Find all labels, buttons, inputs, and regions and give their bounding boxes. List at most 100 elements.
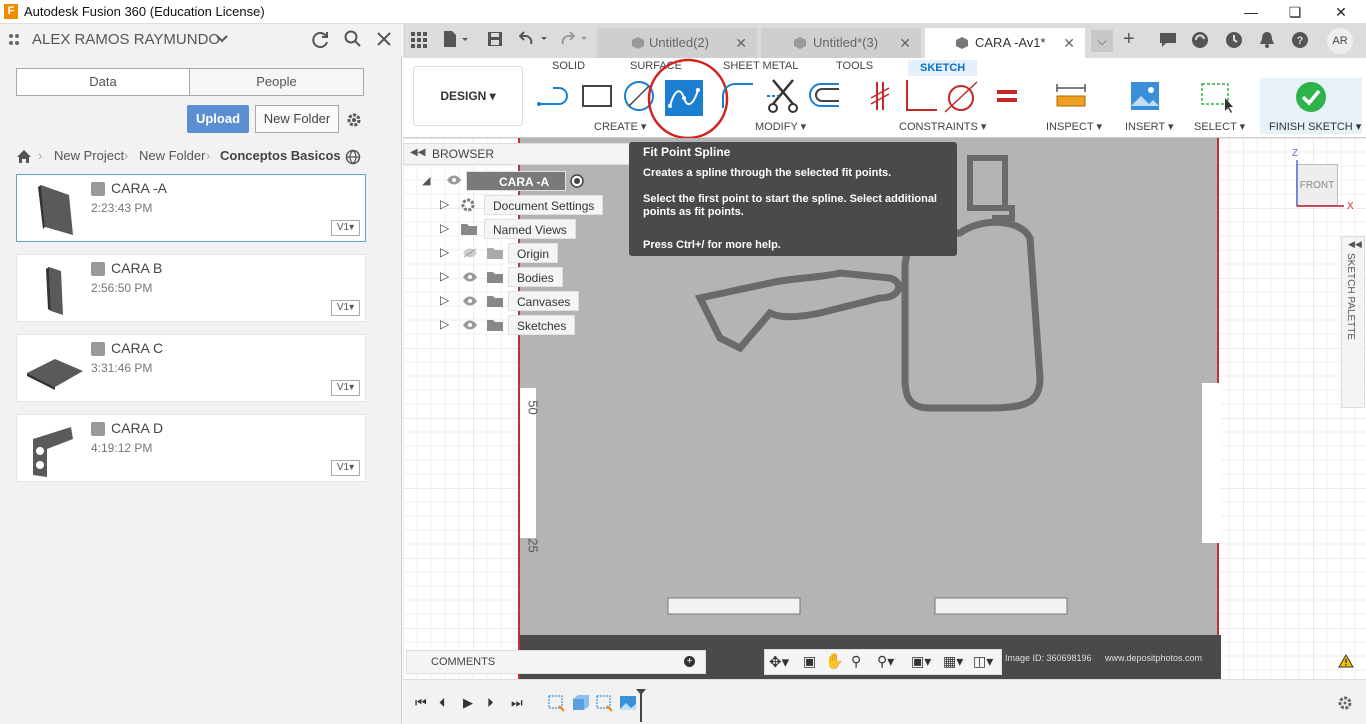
sketch-palette-tab[interactable]: ◀◀ SKETCH PALETTE xyxy=(1341,236,1365,408)
tab-overflow-chevron-icon[interactable]: ⌵ xyxy=(1091,30,1113,52)
tab-sketch[interactable]: SKETCH xyxy=(908,60,978,76)
file-menu-icon[interactable] xyxy=(443,30,471,48)
workspace-switcher[interactable]: DESIGN ▾ xyxy=(413,66,523,126)
finish-sketch-button[interactable]: FINISH SKETCH ▾ xyxy=(1260,78,1362,134)
clock-icon[interactable] xyxy=(1225,31,1243,49)
look-at-icon[interactable]: ▣ xyxy=(803,653,816,670)
version-dropdown[interactable]: V1▾ xyxy=(331,220,360,236)
tab-people[interactable]: People xyxy=(189,68,364,96)
close-tab-icon[interactable]: ✕ xyxy=(735,28,747,58)
expand-triangle-icon[interactable]: ◢ xyxy=(422,174,430,187)
breadcrumb-new-project[interactable]: New Project xyxy=(54,148,124,163)
app-grid-icon[interactable] xyxy=(411,32,427,48)
grid-settings-icon[interactable]: ▦▾ xyxy=(943,653,963,670)
line-tool-icon[interactable] xyxy=(537,78,573,114)
save-icon[interactable] xyxy=(487,31,503,47)
file-card[interactable]: CARA -A 2:23:43 PM V1▾ xyxy=(16,174,366,242)
go-to-end-icon[interactable]: ⏭ xyxy=(511,695,523,711)
tab-tools[interactable]: TOOLS xyxy=(836,60,873,72)
expand-triangle-icon[interactable]: ▷ xyxy=(440,269,449,283)
expand-palette-icon[interactable]: ◀◀ xyxy=(1348,239,1362,250)
tab-cara-a[interactable]: CARA -Av1* ✕ xyxy=(925,28,1085,58)
version-dropdown[interactable]: V1▾ xyxy=(331,460,360,476)
tab-sheet-metal[interactable]: SHEET METAL xyxy=(723,60,798,72)
refresh-icon[interactable] xyxy=(312,31,330,49)
collapse-browser-icon[interactable]: ◀◀ xyxy=(410,147,425,158)
user-name[interactable]: ALEX RAMOS RAYMUNDO xyxy=(32,31,220,48)
browser-panel-header[interactable]: ◀◀ BROWSER xyxy=(403,143,633,165)
insert-image-icon[interactable] xyxy=(1127,78,1163,114)
sketch-feature-icon[interactable] xyxy=(595,694,615,712)
notification-bell-icon[interactable] xyxy=(1259,31,1275,49)
step-back-icon[interactable]: ⏴ xyxy=(439,695,446,711)
tangent-constraint-icon[interactable] xyxy=(943,78,979,114)
search-icon[interactable] xyxy=(344,30,362,48)
inspect-menu[interactable]: INSPECT ▾ xyxy=(1046,120,1102,133)
file-card[interactable]: CARA C 3:31:46 PM V1▾ xyxy=(16,334,366,402)
help-icon[interactable]: ? xyxy=(1291,31,1309,49)
dimension-label[interactable]: 50 xyxy=(526,400,541,414)
globe-icon[interactable] xyxy=(345,149,361,165)
file-card[interactable]: CARA D 4:19:12 PM V1▾ xyxy=(16,414,366,482)
expand-triangle-icon[interactable]: ▷ xyxy=(440,317,449,331)
avatar[interactable]: AR xyxy=(1327,28,1353,54)
home-icon[interactable] xyxy=(16,149,32,164)
trim-scissors-icon[interactable] xyxy=(765,78,801,114)
expand-triangle-icon[interactable]: ▷ xyxy=(440,293,449,307)
minimize-button[interactable]: — xyxy=(1236,2,1266,22)
new-tab-plus-icon[interactable]: + xyxy=(1123,28,1135,51)
zoom-icon[interactable]: ⚲ xyxy=(851,653,861,670)
new-folder-button[interactable]: New Folder xyxy=(255,105,339,133)
rectangle-tool-icon[interactable] xyxy=(579,78,615,114)
timeline-settings-gear-icon[interactable] xyxy=(1337,695,1353,711)
close-tab-icon[interactable]: ✕ xyxy=(1063,28,1075,58)
fillet-tool-icon[interactable] xyxy=(719,78,755,114)
equal-constraint-icon[interactable] xyxy=(989,78,1025,114)
select-window-icon[interactable] xyxy=(1199,78,1235,114)
version-dropdown[interactable]: V1▾ xyxy=(331,380,360,396)
perpendicular-constraint-icon[interactable] xyxy=(903,78,939,114)
go-to-start-icon[interactable]: ⏮ xyxy=(415,695,427,711)
display-settings-icon[interactable]: ▣▾ xyxy=(911,653,931,670)
version-dropdown[interactable]: V1▾ xyxy=(331,300,360,316)
eye-icon[interactable] xyxy=(446,175,462,185)
play-icon[interactable]: ▶ xyxy=(463,695,473,711)
step-forward-icon[interactable]: ⏵ xyxy=(487,695,494,711)
chevron-down-icon[interactable] xyxy=(216,35,228,43)
redo-icon[interactable] xyxy=(559,31,591,47)
offset-tool-icon[interactable] xyxy=(805,78,841,114)
comments-bubble-icon[interactable] xyxy=(1159,32,1177,48)
dimension-label[interactable]: 25 xyxy=(526,538,541,552)
add-comment-icon[interactable]: + xyxy=(684,656,695,667)
tab-untitled-3[interactable]: Untitled*(3) ✕ xyxy=(761,28,921,58)
sync-icon[interactable] xyxy=(1191,31,1209,49)
gear-icon[interactable] xyxy=(345,111,363,129)
warning-icon[interactable] xyxy=(1338,654,1354,668)
eye-hidden-icon[interactable] xyxy=(462,248,478,258)
select-menu[interactable]: SELECT ▾ xyxy=(1194,120,1245,133)
measure-ruler-icon[interactable] xyxy=(1053,78,1089,114)
upload-button[interactable]: Upload xyxy=(187,105,249,133)
activate-radio-icon[interactable] xyxy=(570,174,584,188)
fit-zoom-icon[interactable]: ⚲▾ xyxy=(877,653,894,670)
expand-triangle-icon[interactable]: ▷ xyxy=(440,197,449,211)
expand-triangle-icon[interactable]: ▷ xyxy=(440,221,449,235)
insert-menu[interactable]: INSERT ▾ xyxy=(1125,120,1174,133)
constraints-menu[interactable]: CONSTRAINTS ▾ xyxy=(899,120,986,133)
modify-menu[interactable]: MODIFY ▾ xyxy=(755,120,806,133)
coincident-constraint-icon[interactable] xyxy=(863,78,899,114)
close-tab-icon[interactable]: ✕ xyxy=(899,28,911,58)
sketch-feature-icon[interactable] xyxy=(547,694,567,712)
restore-button[interactable]: ❏ xyxy=(1280,2,1310,22)
create-menu[interactable]: CREATE ▾ xyxy=(594,120,646,133)
eye-icon[interactable] xyxy=(462,320,478,330)
orbit-icon[interactable]: ✥▾ xyxy=(769,653,789,671)
close-window-button[interactable]: ✕ xyxy=(1326,2,1356,22)
close-icon[interactable] xyxy=(376,31,392,47)
extrude-feature-icon[interactable] xyxy=(571,694,591,712)
tab-data[interactable]: Data xyxy=(16,68,190,96)
expand-triangle-icon[interactable]: ▷ xyxy=(440,245,449,259)
timeline-marker[interactable] xyxy=(635,688,647,724)
team-grid-icon[interactable] xyxy=(8,33,24,47)
pan-hand-icon[interactable]: ✋ xyxy=(825,652,844,670)
